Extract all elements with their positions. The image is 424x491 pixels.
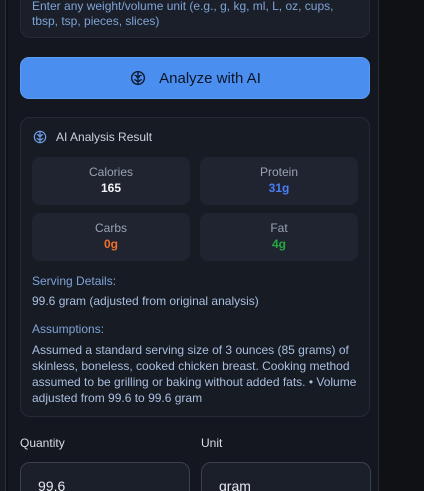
quantity-input[interactable]: 99.6 bbox=[20, 462, 190, 491]
fat-label: Fat bbox=[270, 221, 288, 235]
calories-value: 165 bbox=[100, 181, 122, 195]
calories-label: Calories bbox=[88, 165, 133, 179]
serving-details-label: Serving Details: bbox=[32, 274, 117, 288]
protein-value: 31g bbox=[268, 181, 290, 195]
fat-value: 4g bbox=[271, 237, 286, 251]
unit-value: gram bbox=[219, 478, 251, 491]
unit-input[interactable]: gram bbox=[201, 462, 371, 491]
assumptions-text: Assumed a standard serving size of 3 oun… bbox=[32, 343, 357, 405]
carbs-label: Carbs bbox=[94, 221, 127, 235]
unit-label: Unit bbox=[201, 436, 223, 450]
brain-icon bbox=[32, 129, 48, 145]
assumptions-label: Assumptions: bbox=[32, 322, 105, 336]
ai-analysis-result-card: AI Analysis Result Calories 165 Protein … bbox=[20, 117, 370, 417]
quantity-label: Quantity bbox=[20, 436, 65, 450]
analyze-button-label: Analyze with AI bbox=[159, 69, 261, 87]
unit-hint-card: Enter any weight/volume unit (e.g., g, k… bbox=[20, 0, 370, 38]
result-title: AI Analysis Result bbox=[56, 130, 153, 144]
protein-label: Protein bbox=[259, 165, 299, 179]
calories-stat: Calories 165 bbox=[32, 157, 190, 205]
quantity-value: 99.6 bbox=[38, 478, 66, 491]
carbs-value: 0g bbox=[103, 237, 118, 251]
result-header: AI Analysis Result bbox=[32, 129, 152, 145]
unit-hint-text: Enter any weight/volume unit (e.g., g, k… bbox=[32, 0, 334, 28]
fat-stat: Fat 4g bbox=[200, 213, 358, 261]
brain-icon bbox=[129, 69, 147, 87]
analyze-with-ai-button[interactable]: Analyze with AI bbox=[20, 57, 370, 99]
window-left-edge bbox=[0, 0, 6, 491]
carbs-stat: Carbs 0g bbox=[32, 213, 190, 261]
protein-stat: Protein 31g bbox=[200, 157, 358, 205]
right-rail bbox=[378, 0, 424, 491]
serving-details-text: 99.6 gram (adjusted from original analys… bbox=[32, 294, 259, 308]
